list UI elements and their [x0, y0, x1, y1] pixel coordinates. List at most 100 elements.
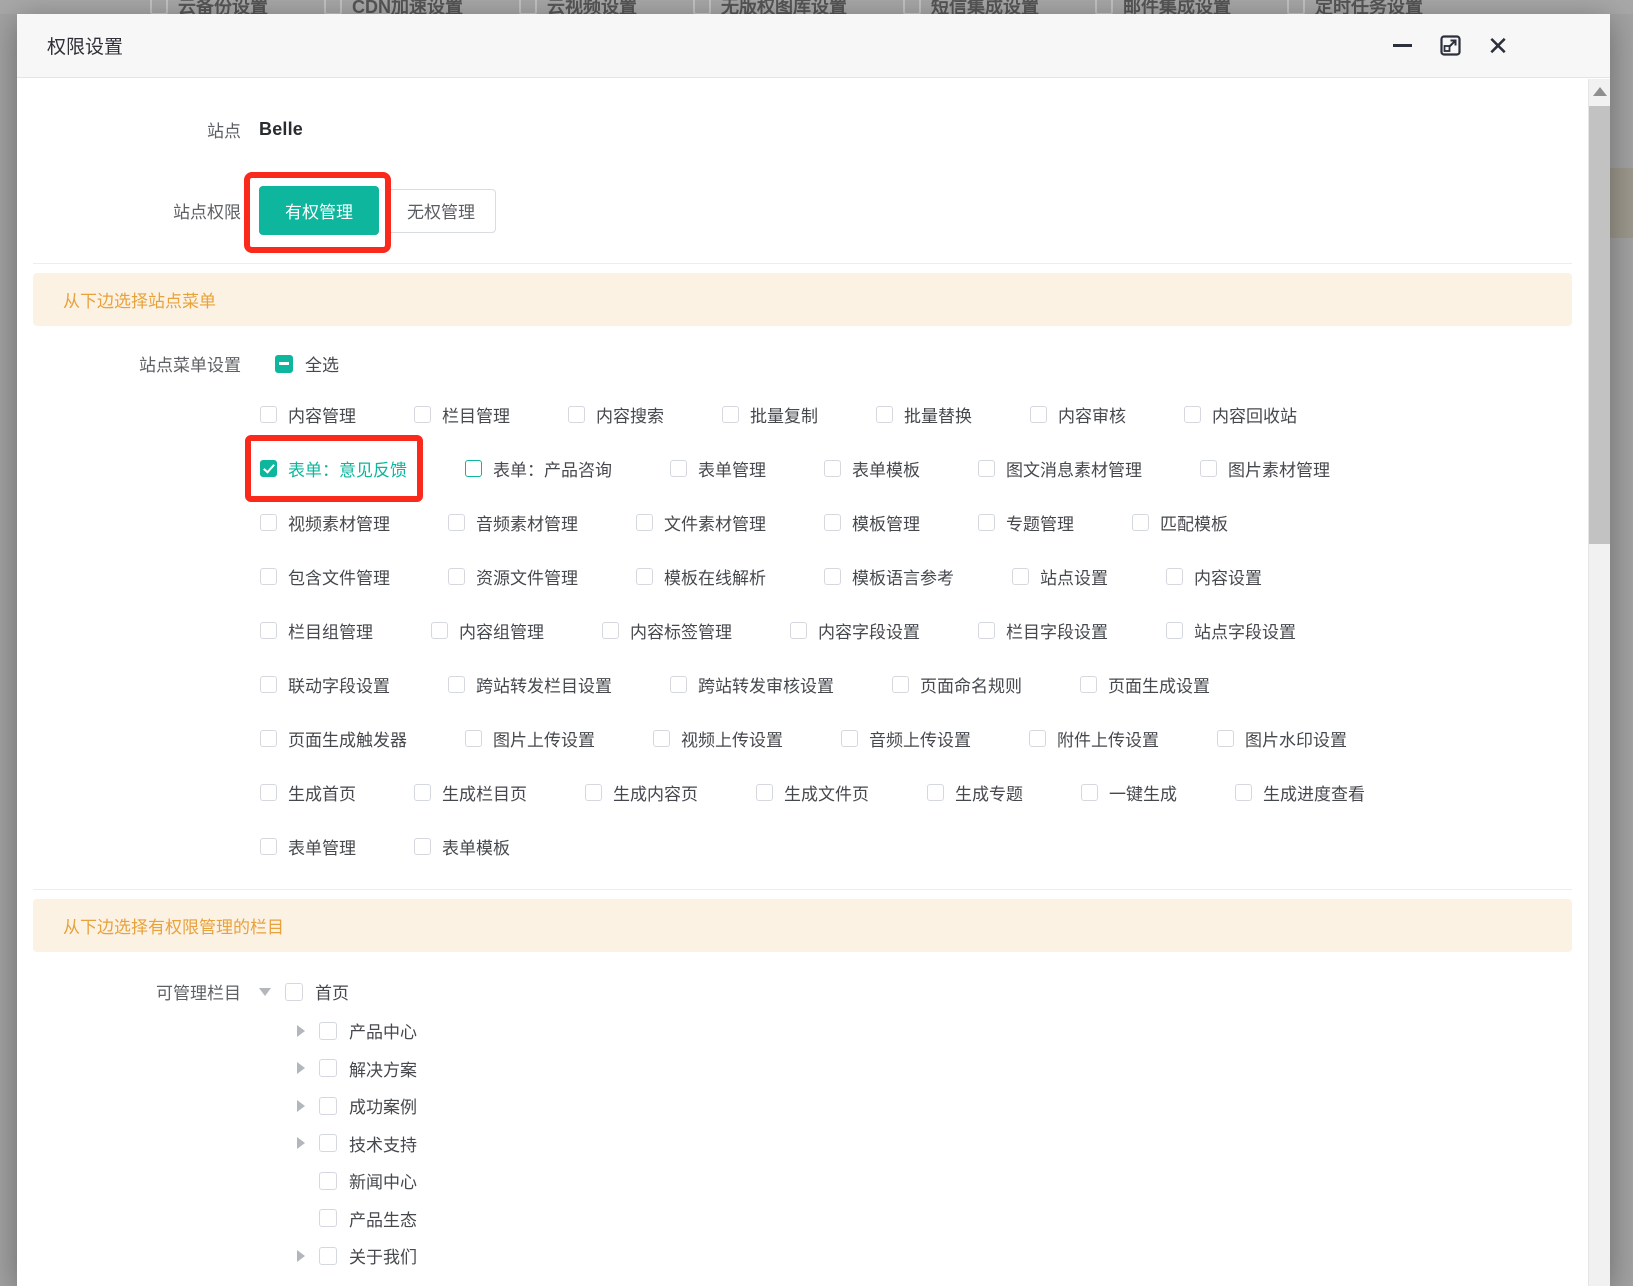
- checkbox-unchecked[interactable]: [1132, 514, 1149, 531]
- checkbox-unchecked[interactable]: [636, 514, 653, 531]
- menu-permission-item[interactable]: 页面生成设置: [1080, 672, 1210, 697]
- menu-permission-item[interactable]: 表单：产品咨询: [465, 456, 612, 481]
- select-all-checkbox[interactable]: [275, 355, 293, 373]
- expand-arrow-icon[interactable]: [297, 1062, 305, 1074]
- menu-permission-item[interactable]: 站点字段设置: [1166, 618, 1296, 643]
- checkbox-unchecked[interactable]: [465, 730, 482, 747]
- menu-permission-item[interactable]: 内容组管理: [431, 618, 544, 643]
- menu-permission-item[interactable]: 音频素材管理: [448, 510, 578, 535]
- checkbox-unchecked[interactable]: [1166, 568, 1183, 585]
- checkbox-unchecked[interactable]: [1030, 406, 1047, 423]
- menu-permission-item[interactable]: 内容审核: [1030, 402, 1126, 427]
- menu-permission-item[interactable]: 生成进度查看: [1235, 780, 1365, 805]
- menu-permission-item[interactable]: 附件上传设置: [1029, 726, 1159, 751]
- close-button[interactable]: ✕: [1486, 34, 1510, 58]
- checkbox-unchecked[interactable]: [260, 406, 277, 423]
- permission-unauthorized-button[interactable]: 无权管理: [386, 189, 496, 233]
- menu-permission-item[interactable]: 内容搜索: [568, 402, 664, 427]
- checkbox-unchecked[interactable]: [978, 514, 995, 531]
- checkbox-unchecked[interactable]: [319, 1022, 337, 1040]
- checkbox-unchecked[interactable]: [431, 622, 448, 639]
- menu-permission-item[interactable]: 联动字段设置: [260, 672, 390, 697]
- menu-permission-item[interactable]: 栏目组管理: [260, 618, 373, 643]
- checkbox-unchecked[interactable]: [260, 730, 277, 747]
- menu-permission-item[interactable]: 图片水印设置: [1217, 726, 1347, 751]
- checkbox-unchecked[interactable]: [319, 1209, 337, 1227]
- checkbox-unchecked[interactable]: [319, 1059, 337, 1077]
- checkbox-unchecked[interactable]: [260, 784, 277, 801]
- menu-permission-item[interactable]: 一键生成: [1081, 780, 1177, 805]
- checkbox-unchecked[interactable]: [1081, 784, 1098, 801]
- checkbox-unchecked[interactable]: [790, 622, 807, 639]
- tree-root-item[interactable]: 首页: [259, 979, 349, 1004]
- menu-permission-item[interactable]: 模板管理: [824, 510, 920, 535]
- menu-permission-item[interactable]: 内容回收站: [1184, 402, 1297, 427]
- tree-item[interactable]: 产品中心: [297, 1020, 1588, 1042]
- menu-permission-item[interactable]: 表单管理: [670, 456, 766, 481]
- menu-permission-item[interactable]: 图文消息素材管理: [978, 456, 1142, 481]
- checkbox-unchecked[interactable]: [448, 568, 465, 585]
- checkbox-unchecked[interactable]: [465, 460, 482, 477]
- menu-permission-item[interactable]: 栏目管理: [414, 402, 510, 427]
- scrollbar-thumb[interactable]: [1589, 106, 1610, 544]
- checkbox-unchecked[interactable]: [824, 568, 841, 585]
- scroll-up-icon[interactable]: [1593, 87, 1607, 96]
- menu-permission-item[interactable]: 跨站转发栏目设置: [448, 672, 612, 697]
- menu-permission-item[interactable]: 页面生成触发器: [260, 726, 407, 751]
- checkbox-unchecked[interactable]: [260, 622, 277, 639]
- menu-permission-item[interactable]: 音频上传设置: [841, 726, 971, 751]
- checkbox-checked[interactable]: [260, 460, 277, 477]
- checkbox-unchecked[interactable]: [722, 406, 739, 423]
- menu-permission-item[interactable]: 视频素材管理: [260, 510, 390, 535]
- checkbox-unchecked[interactable]: [260, 838, 277, 855]
- checkbox-unchecked[interactable]: [824, 514, 841, 531]
- checkbox-unchecked[interactable]: [319, 1247, 337, 1265]
- menu-permission-item[interactable]: 跨站转发审核设置: [670, 672, 834, 697]
- checkbox-unchecked[interactable]: [876, 406, 893, 423]
- expand-arrow-icon[interactable]: [297, 1100, 305, 1112]
- checkbox-unchecked[interactable]: [414, 784, 431, 801]
- tree-root-checkbox[interactable]: [285, 983, 303, 1001]
- checkbox-unchecked[interactable]: [670, 676, 687, 693]
- menu-permission-item[interactable]: 批量复制: [722, 402, 818, 427]
- menu-permission-item[interactable]: 图片上传设置: [465, 726, 595, 751]
- menu-permission-item[interactable]: 资源文件管理: [448, 564, 578, 589]
- menu-permission-item[interactable]: 专题管理: [978, 510, 1074, 535]
- vertical-scrollbar[interactable]: [1588, 79, 1610, 1286]
- checkbox-unchecked[interactable]: [448, 514, 465, 531]
- menu-permission-item[interactable]: 批量替换: [876, 402, 972, 427]
- checkbox-unchecked[interactable]: [414, 406, 431, 423]
- menu-permission-item[interactable]: 生成栏目页: [414, 780, 527, 805]
- checkbox-unchecked[interactable]: [319, 1172, 337, 1190]
- menu-permission-item[interactable]: 生成内容页: [585, 780, 698, 805]
- checkbox-unchecked[interactable]: [636, 568, 653, 585]
- menu-permission-item[interactable]: 匹配模板: [1132, 510, 1228, 535]
- checkbox-unchecked[interactable]: [1217, 730, 1234, 747]
- checkbox-unchecked[interactable]: [602, 622, 619, 639]
- checkbox-unchecked[interactable]: [585, 784, 602, 801]
- checkbox-unchecked[interactable]: [260, 514, 277, 531]
- checkbox-unchecked[interactable]: [568, 406, 585, 423]
- checkbox-unchecked[interactable]: [1235, 784, 1252, 801]
- checkbox-unchecked[interactable]: [414, 838, 431, 855]
- checkbox-unchecked[interactable]: [1029, 730, 1046, 747]
- checkbox-unchecked[interactable]: [260, 676, 277, 693]
- menu-permission-item[interactable]: 图片素材管理: [1200, 456, 1330, 481]
- menu-permission-item[interactable]: 生成文件页: [756, 780, 869, 805]
- tree-item[interactable]: 新闻中心: [297, 1170, 1588, 1192]
- checkbox-unchecked[interactable]: [756, 784, 773, 801]
- checkbox-unchecked[interactable]: [892, 676, 909, 693]
- tree-item[interactable]: 技术支持: [297, 1132, 1588, 1154]
- menu-permission-item[interactable]: 表单模板: [414, 834, 510, 859]
- menu-permission-item[interactable]: 模板语言参考: [824, 564, 954, 589]
- expand-arrow-icon[interactable]: [297, 1250, 305, 1262]
- menu-permission-item[interactable]: 包含文件管理: [260, 564, 390, 589]
- menu-permission-item[interactable]: 表单：意见反馈: [260, 456, 407, 481]
- menu-permission-item[interactable]: 表单模板: [824, 456, 920, 481]
- menu-permission-item[interactable]: 内容字段设置: [790, 618, 920, 643]
- checkbox-unchecked[interactable]: [927, 784, 944, 801]
- maximize-button[interactable]: [1438, 34, 1462, 58]
- tree-item[interactable]: 解决方案: [297, 1057, 1588, 1079]
- menu-permission-item[interactable]: 表单管理: [260, 834, 356, 859]
- expand-arrow-icon[interactable]: [297, 1025, 305, 1037]
